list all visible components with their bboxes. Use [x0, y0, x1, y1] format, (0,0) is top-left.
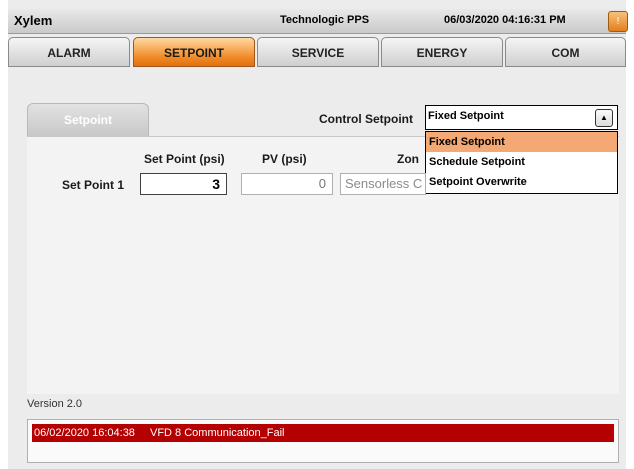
dropdown-arrow-icon[interactable]: ▲ [595, 109, 613, 127]
control-setpoint-value: Fixed Setpoint [428, 110, 504, 122]
alarm-message: VFD 8 Communication_Fail [150, 427, 285, 439]
tab-energy[interactable]: ENERGY [381, 37, 503, 67]
header-zone: Zon [397, 152, 419, 166]
info-button[interactable]: ! [608, 11, 628, 32]
tab-service[interactable]: SERVICE [257, 37, 379, 67]
alarm-list: 06/02/2020 16:04:38 VFD 8 Communication_… [27, 419, 619, 463]
option-schedule-setpoint[interactable]: Schedule Setpoint [426, 152, 617, 172]
alarm-row[interactable]: 06/02/2020 16:04:38 VFD 8 Communication_… [32, 424, 614, 442]
section-tab-setpoint[interactable]: Setpoint [27, 103, 149, 136]
control-setpoint-dropdown: Fixed Setpoint Schedule Setpoint Setpoin… [425, 131, 618, 194]
header-set-point: Set Point (psi) [144, 152, 225, 166]
option-fixed-setpoint[interactable]: Fixed Setpoint [426, 132, 617, 152]
tab-alarm[interactable]: ALARM [8, 37, 130, 67]
zone-value-field: Sensorless C [340, 173, 426, 195]
tab-setpoint[interactable]: SETPOINT [133, 37, 255, 67]
pv-value-field: 0 [241, 173, 333, 195]
main-nav: ALARM SETPOINT SERVICE ENERGY COM [8, 37, 626, 67]
control-setpoint-label: Control Setpoint [319, 112, 413, 126]
option-setpoint-overwrite[interactable]: Setpoint Overwrite [426, 172, 617, 192]
app-name: Technologic PPS [280, 14, 370, 26]
datetime-display: 06/03/2020 04:16:31 PM [444, 14, 566, 26]
title-bar: Xylem Technologic PPS 06/03/2020 04:16:3… [8, 9, 628, 34]
tab-com[interactable]: COM [505, 37, 626, 67]
row-label-set-point-1: Set Point 1 [62, 178, 125, 192]
version-label: Version 2.0 [27, 398, 83, 410]
brand-name: Xylem [14, 13, 53, 28]
header-pv: PV (psi) [262, 152, 307, 166]
alarm-timestamp: 06/02/2020 16:04:38 [34, 427, 135, 439]
set-point-1-input[interactable]: 3 [140, 173, 227, 195]
control-setpoint-select[interactable]: Fixed Setpoint ▲ [425, 105, 618, 130]
